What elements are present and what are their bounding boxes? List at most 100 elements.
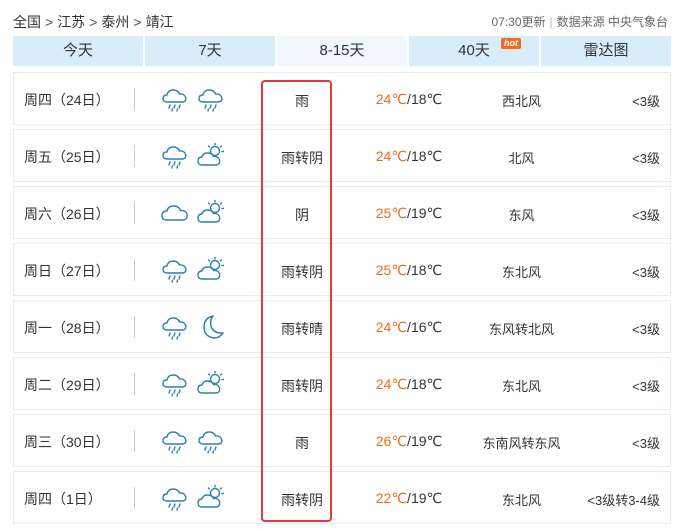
breadcrumb-separator: > bbox=[89, 14, 98, 30]
rain-cloud-icon bbox=[160, 370, 190, 403]
temperature: 24℃/18℃ bbox=[359, 376, 459, 393]
hot-badge: hot bbox=[501, 38, 521, 49]
wind-direction: 东北风 bbox=[501, 379, 541, 394]
temperature: 24℃/16℃ bbox=[359, 319, 459, 336]
wind-level: <3级 bbox=[632, 322, 660, 337]
high-temp: 24℃ bbox=[375, 148, 408, 164]
weather-icons bbox=[160, 85, 226, 118]
tab-label: 7天 bbox=[198, 42, 222, 59]
weather-icons bbox=[160, 142, 226, 175]
day-label: 周六（26日） bbox=[24, 206, 110, 222]
tab-radar[interactable]: 雷达图 bbox=[541, 36, 671, 66]
forecast-row: 周六（26日） 阴 25℃/19℃ 东风 <3级 bbox=[13, 186, 671, 239]
forecast-row: 周五（25日） 雨转阴 24℃/18℃ 北风 <3级 bbox=[13, 129, 671, 182]
tab-label: 8-15天 bbox=[319, 42, 365, 59]
row-divider bbox=[134, 202, 135, 224]
tab-today[interactable]: 今天 bbox=[13, 36, 145, 66]
weather-icons bbox=[160, 256, 226, 289]
tab-7-days[interactable]: 7天 bbox=[145, 36, 277, 66]
wind-level: <3级 bbox=[632, 94, 660, 109]
rain-cloud-icon bbox=[160, 313, 190, 346]
partly-cloudy-icon bbox=[196, 199, 226, 232]
rain-cloud-icon bbox=[160, 256, 190, 289]
weather-desc: 雨转晴 bbox=[281, 321, 323, 337]
wind-direction: 东南风转东风 bbox=[482, 436, 561, 451]
weather-desc: 阴 bbox=[295, 207, 309, 223]
breadcrumb-province[interactable]: 江苏 bbox=[57, 14, 85, 30]
forecast-list: 周四（24日）雨 24℃/18℃ 西北风 <3级 周五（25日） 雨转阴 24℃/18℃ 北风… bbox=[13, 72, 671, 528]
wind-direction: 东北风 bbox=[501, 265, 541, 280]
row-divider bbox=[134, 430, 135, 452]
wind-direction: 东风 bbox=[508, 208, 535, 223]
weather-icons bbox=[160, 313, 226, 346]
wind-direction: 北风 bbox=[508, 151, 535, 166]
wind-level: <3级 bbox=[632, 379, 660, 394]
low-temp: 19℃ bbox=[410, 490, 443, 506]
partly-cloudy-icon bbox=[196, 256, 226, 289]
tab-label: 今天 bbox=[62, 42, 93, 59]
data-source: 07:30更新 | 数据来源 中央气象台 bbox=[492, 13, 669, 30]
tab-40-days[interactable]: 40天 hot bbox=[409, 36, 541, 66]
partly-cloudy-icon bbox=[196, 370, 226, 403]
source-divider: | bbox=[549, 15, 553, 29]
forecast-row: 周日（27日） 雨转阴 25℃/18℃ 东北风 <3级 bbox=[13, 243, 671, 296]
wind-direction: 东北风 bbox=[501, 493, 541, 508]
breadcrumb-country[interactable]: 全国 bbox=[13, 14, 41, 30]
low-temp: 19℃ bbox=[410, 433, 443, 449]
breadcrumb-separator: > bbox=[45, 14, 54, 30]
breadcrumb-city[interactable]: 泰州 bbox=[101, 14, 129, 30]
high-temp: 26℃ bbox=[375, 433, 408, 449]
rain-cloud-icon bbox=[196, 427, 226, 460]
temperature: 25℃/19℃ bbox=[359, 205, 459, 222]
forecast-row: 周四（24日） 雨 24℃/18℃ 西北风 <3级 bbox=[13, 72, 671, 125]
high-temp: 25℃ bbox=[375, 205, 408, 221]
tab-label: 雷达图 bbox=[583, 42, 629, 59]
forecast-row: 周四（1日） 雨转阴 22℃/19℃ 东北风 <3级转3-4级 bbox=[13, 471, 671, 524]
tab-label: 40天 bbox=[458, 42, 490, 59]
wind-level: <3级 bbox=[632, 208, 660, 223]
forecast-row: 周一（28日） 雨转晴 24℃/16℃ 东风转北风 <3级 bbox=[13, 300, 671, 353]
row-divider bbox=[134, 145, 135, 167]
weather-icons bbox=[160, 370, 226, 403]
high-temp: 24℃ bbox=[375, 91, 408, 107]
row-divider bbox=[134, 259, 135, 281]
wind-level: <3级转3-4级 bbox=[587, 493, 660, 508]
day-label: 周一（28日） bbox=[24, 320, 110, 336]
weather-desc: 雨转阴 bbox=[281, 150, 323, 166]
row-divider bbox=[134, 373, 135, 395]
update-time: 07:30更新 bbox=[491, 15, 546, 29]
breadcrumb-county: 靖江 bbox=[145, 14, 174, 30]
temperature: 22℃/19℃ bbox=[359, 490, 459, 507]
source-label: 数据来源 中央气象台 bbox=[556, 15, 668, 29]
breadcrumb: 全国 > 江苏 > 泰州 > 靖江 bbox=[13, 12, 174, 32]
day-label: 周四（1日） bbox=[24, 491, 102, 507]
weather-desc: 雨 bbox=[295, 93, 309, 109]
forecast-row: 周三（30日） 雨 26℃/19℃ 东南风转东风 <3级 bbox=[13, 414, 671, 467]
temperature: 26℃/19℃ bbox=[359, 433, 459, 450]
rain-cloud-icon bbox=[160, 484, 190, 517]
wind-level: <3级 bbox=[632, 265, 660, 280]
tab-8-15-days[interactable]: 8-15天 bbox=[277, 36, 409, 66]
high-temp: 24℃ bbox=[375, 319, 408, 335]
low-temp: 16℃ bbox=[410, 319, 443, 335]
day-label: 周四（24日） bbox=[24, 92, 110, 108]
weather-desc: 雨 bbox=[295, 435, 309, 451]
rain-cloud-icon bbox=[160, 427, 190, 460]
wind-direction: 东风转北风 bbox=[488, 322, 554, 337]
forecast-row: 周二（29日） 雨转阴 24℃/18℃ 东北风 <3级 bbox=[13, 357, 671, 410]
partly-cloudy-icon bbox=[196, 484, 226, 517]
moon-icon bbox=[196, 313, 226, 346]
high-temp: 25℃ bbox=[375, 262, 408, 278]
cloud-icon bbox=[160, 199, 190, 232]
day-label: 周日（27日） bbox=[24, 263, 110, 279]
high-temp: 22℃ bbox=[375, 490, 408, 506]
rain-cloud-icon bbox=[160, 142, 190, 175]
breadcrumb-separator: > bbox=[133, 14, 142, 30]
rain-cloud-icon bbox=[196, 85, 226, 118]
low-temp: 19℃ bbox=[410, 205, 443, 221]
temperature: 24℃/18℃ bbox=[359, 148, 459, 165]
weather-icons bbox=[160, 427, 226, 460]
low-temp: 18℃ bbox=[410, 376, 443, 392]
partly-cloudy-icon bbox=[196, 142, 226, 175]
temperature: 25℃/18℃ bbox=[359, 262, 459, 279]
